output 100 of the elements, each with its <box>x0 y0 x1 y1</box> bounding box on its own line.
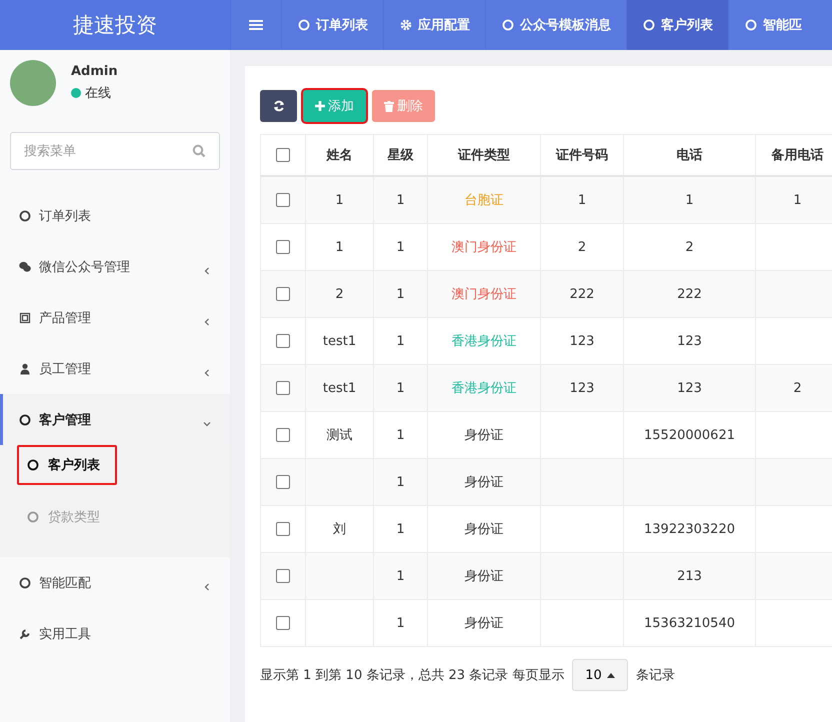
table-cell: 1 <box>396 380 405 396</box>
table-cell: 13922303220 <box>644 522 735 536</box>
table-cell: 213 <box>677 568 702 584</box>
checkbox[interactable] <box>276 380 290 395</box>
column-header: 证件号码 <box>556 148 608 163</box>
table-cell: 1 <box>396 428 405 442</box>
table-cell: 香港身份证 <box>452 334 516 349</box>
checkbox[interactable] <box>276 286 290 301</box>
table-cell: 123 <box>677 380 702 396</box>
avatar <box>10 60 56 106</box>
menu-icon <box>249 19 263 31</box>
pagination-suffix: 条记录 <box>636 667 675 684</box>
table-cell: 15363210540 <box>644 616 735 630</box>
checkbox[interactable] <box>276 192 290 207</box>
table-cell: 1 <box>578 192 586 208</box>
user-name: Admin <box>71 64 118 79</box>
table-cell: 1 <box>396 522 405 536</box>
table-cell: 222 <box>570 286 594 302</box>
table-cell: 澳门身份证 <box>452 240 516 255</box>
checkbox[interactable] <box>276 148 290 162</box>
plus-icon <box>315 101 325 111</box>
table-cell: 测试 <box>326 428 352 443</box>
checkbox[interactable] <box>276 240 290 254</box>
table-cell: 222 <box>677 286 702 302</box>
chevron-left-icon <box>203 318 211 326</box>
table-cell: 2 <box>335 286 344 302</box>
table-cell: 1 <box>396 334 405 348</box>
table-cell: 1 <box>396 286 405 302</box>
column-header: 备用电话 <box>772 148 824 163</box>
caret-up-icon <box>606 672 615 678</box>
table-cell: 1 <box>396 616 405 630</box>
circle-icon <box>745 19 757 31</box>
menu-item[interactable]: 实用工具 <box>0 608 230 659</box>
table-cell: 123 <box>677 334 702 348</box>
menu-item[interactable]: 智能匹配 <box>0 557 230 608</box>
circle-icon <box>19 576 31 588</box>
table-cell: 1 <box>335 240 344 254</box>
circle-icon <box>298 19 310 31</box>
menu-item[interactable]: 客户管理 <box>0 394 230 445</box>
table-cell: 1 <box>396 192 405 208</box>
chat-bubbles-icon <box>19 260 31 272</box>
checkbox[interactable] <box>276 334 290 348</box>
wrench-icon <box>19 628 31 640</box>
table-cell: test1 <box>322 380 356 396</box>
menu-item[interactable]: 订单列表 <box>0 190 230 241</box>
refresh-button[interactable] <box>260 90 297 122</box>
table-cell: 身份证 <box>464 616 504 631</box>
table-cell: 123 <box>570 380 594 396</box>
circle-icon <box>27 459 39 471</box>
chevron-left-icon <box>203 582 211 590</box>
person-icon <box>19 362 31 374</box>
circle-icon <box>502 19 514 31</box>
trash-icon <box>384 100 394 112</box>
checkbox[interactable] <box>276 522 290 536</box>
checkbox[interactable] <box>276 474 290 489</box>
nav-tab[interactable]: 智能匹 <box>728 0 817 50</box>
chevron-left-icon <box>203 266 211 274</box>
circle-icon <box>643 19 655 31</box>
pagination-summary: 显示第 1 到第 10 条记录，总共 23 条记录 每页显示 <box>260 667 564 684</box>
frame-icon <box>19 312 31 324</box>
menu-item[interactable]: 微信公众号管理 <box>0 241 230 292</box>
app-title: 捷速投资 <box>73 12 157 39</box>
gear-icon <box>400 19 412 31</box>
checkbox[interactable] <box>276 616 290 630</box>
table-cell: 身份证 <box>464 475 504 490</box>
table-cell: 刘 <box>333 522 346 537</box>
refresh-icon <box>272 100 284 112</box>
table-cell: 身份证 <box>464 522 504 537</box>
checkbox[interactable] <box>276 568 290 583</box>
menu-item[interactable]: 产品管理 <box>0 292 230 343</box>
column-header: 星级 <box>388 148 414 163</box>
table-cell: 1 <box>793 192 802 208</box>
table-cell: 1 <box>685 192 694 208</box>
search-field[interactable]: 搜索菜单 <box>10 132 220 170</box>
chevron-left-icon <box>203 368 211 376</box>
checkbox[interactable] <box>276 428 290 442</box>
circle-icon <box>27 511 39 523</box>
column-header: 证件类型 <box>458 148 510 163</box>
submenu-item[interactable]: 客户列表 <box>17 445 117 485</box>
table-cell: 身份证 <box>464 569 504 584</box>
chevron-down-icon <box>203 420 211 428</box>
circle-icon <box>19 414 31 426</box>
column-header: 姓名 <box>326 148 352 163</box>
table-cell: 123 <box>570 334 594 348</box>
table-cell: 15520000621 <box>644 428 735 442</box>
table-cell: 1 <box>396 474 405 490</box>
table-cell: 2 <box>685 240 694 254</box>
nav-tab[interactable]: 客户列表 <box>626 0 728 50</box>
page-size-dropdown[interactable]: 10 <box>572 659 628 691</box>
table-cell: 1 <box>396 568 405 584</box>
status-text: 在线 <box>85 85 111 102</box>
circle-icon <box>19 210 31 222</box>
table-cell: 台胞证 <box>464 193 504 208</box>
nav-tab[interactable]: 订单列表 <box>281 0 383 50</box>
search-icon <box>192 144 206 158</box>
table-cell: 2 <box>578 240 586 254</box>
menu-item[interactable]: 员工管理 <box>0 343 230 394</box>
table-cell: test1 <box>322 334 356 348</box>
column-header: 电话 <box>676 148 702 163</box>
nav-tab[interactable]: 应用配置 <box>383 0 485 50</box>
